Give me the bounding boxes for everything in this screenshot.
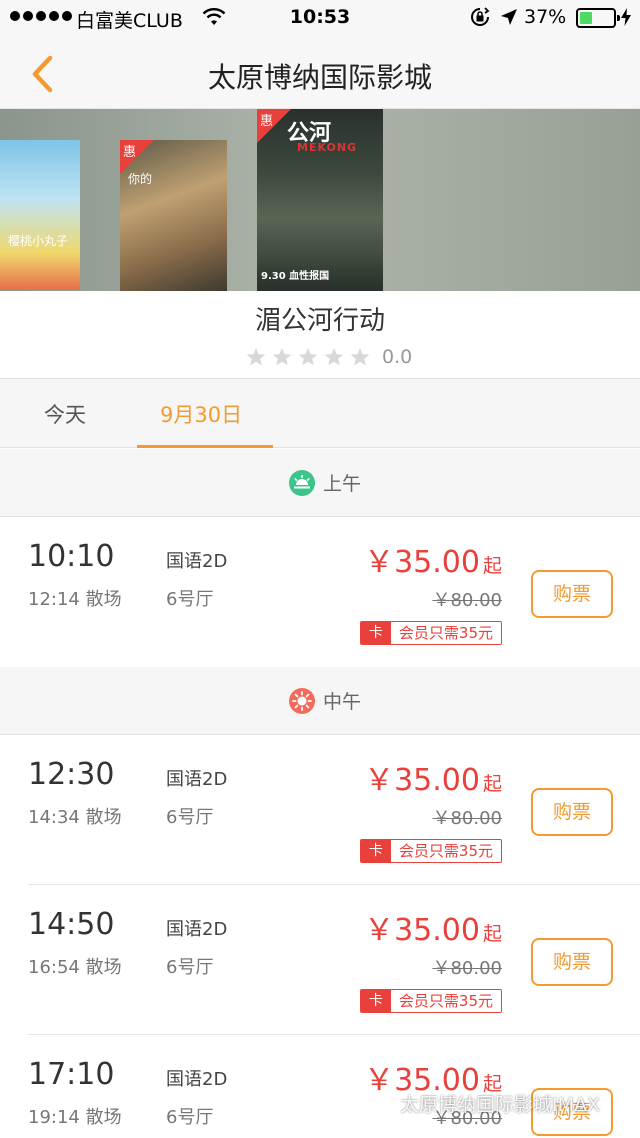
showtime-row[interactable]: 17:10 19:14 散场 国语2D 6号厅 ￥35.00 起 ￥80.00 购… <box>0 1035 640 1138</box>
poster-subtitle: MEKONG <box>297 141 358 154</box>
poster-carousel[interactable]: 樱桃小丸子 惠 你的 惠 公河 MEKONG 9.30 血性报国 <box>0 109 640 291</box>
member-price-text: 会员只需35元 <box>398 992 493 1010</box>
movie-poster-selected[interactable]: 惠 公河 MEKONG 9.30 血性报国 <box>257 109 383 291</box>
star-icon <box>272 348 292 366</box>
hall-name: 6号厅 <box>166 807 214 828</box>
member-price-badge: 卡 会员只需35元 <box>359 621 502 645</box>
star-rating: 0.0 <box>246 344 412 370</box>
price-from-label: 起 <box>482 773 502 795</box>
tab-today[interactable]: 今天 <box>44 399 86 429</box>
sunrise-icon <box>289 469 315 496</box>
sale-price: ￥35.00 起 <box>364 763 502 798</box>
language-format: 国语2D <box>166 551 228 572</box>
charging-bolt-icon <box>621 8 631 26</box>
member-card-icon: 卡 <box>360 990 391 1012</box>
status-bar: 白富美CLUB 10:53 37% <box>0 0 640 36</box>
location-arrow-icon <box>501 9 517 25</box>
rating-score: 0.0 <box>382 346 413 368</box>
hall-name: 6号厅 <box>166 957 214 978</box>
battery-percentage: 37% <box>524 6 567 28</box>
section-header-noon: 中午 <box>0 667 640 735</box>
sun-icon <box>289 687 315 714</box>
poster-title: 你的 <box>128 172 153 186</box>
active-tab-indicator <box>137 445 273 448</box>
original-price: ￥80.00 <box>432 590 502 611</box>
discount-badge-label: 惠 <box>260 114 274 129</box>
sale-price: ￥35.00 起 <box>364 545 502 580</box>
buy-ticket-button[interactable]: 购票 <box>531 570 613 618</box>
wechat-icon <box>370 1094 394 1112</box>
movie-poster[interactable]: 惠 你的 <box>120 140 227 291</box>
showtime-row[interactable]: 10:10 12:14 散场 国语2D 6号厅 ￥35.00 起 ￥80.00 卡… <box>0 517 640 667</box>
movie-title: 湄公河行动 <box>254 306 385 336</box>
navigation-bar: 太原博纳国际影城 <box>0 36 640 109</box>
buy-ticket-button[interactable]: 购票 <box>531 788 613 836</box>
original-price: ￥80.00 <box>432 958 502 979</box>
member-price-badge: 卡 会员只需35元 <box>359 989 502 1013</box>
member-card-icon: 卡 <box>360 622 391 644</box>
end-time: 16:54 散场 <box>28 957 122 978</box>
poster-title: 樱桃小丸子 <box>8 234 69 248</box>
star-icon <box>298 348 318 366</box>
hall-name: 6号厅 <box>166 1107 214 1128</box>
movie-poster[interactable]: 樱桃小丸子 <box>0 140 80 290</box>
showtime-row[interactable]: 14:50 16:54 散场 国语2D 6号厅 ￥35.00 起 ￥80.00 卡… <box>0 885 640 1035</box>
price-from-label: 起 <box>482 923 502 945</box>
battery-icon <box>576 8 620 28</box>
buy-ticket-button[interactable]: 购票 <box>531 938 613 986</box>
tab-sep-30[interactable]: 9月30日 <box>160 399 242 429</box>
watermark-text: 太原博纳国际影城IMAX <box>400 1094 601 1116</box>
price-from-label: 起 <box>482 555 502 577</box>
end-time: 14:34 散场 <box>28 807 122 828</box>
member-card-icon: 卡 <box>360 840 391 862</box>
member-price-badge: 卡 会员只需35元 <box>359 839 502 863</box>
start-time: 14:50 <box>28 907 115 942</box>
start-time: 17:10 <box>28 1057 115 1092</box>
poster-release-date: 9.30 血性报国 <box>261 271 330 282</box>
original-price: ￥80.00 <box>432 808 502 829</box>
rotation-lock-icon <box>471 7 490 26</box>
language-format: 国语2D <box>166 769 228 790</box>
language-format: 国语2D <box>166 919 228 940</box>
start-time: 12:30 <box>28 757 115 792</box>
language-format: 国语2D <box>166 1069 228 1090</box>
date-tabs: 今天 9月30日 <box>0 379 640 448</box>
page-title: 太原博纳国际影城 <box>207 61 432 94</box>
section-label: 中午 <box>323 691 362 713</box>
star-icon <box>246 348 266 366</box>
showtime-row[interactable]: 12:30 14:34 散场 国语2D 6号厅 ￥35.00 起 ￥80.00 卡… <box>0 735 640 885</box>
sale-price: ￥35.00 起 <box>364 913 502 948</box>
member-price-text: 会员只需35元 <box>398 624 493 642</box>
section-header-morning: 上午 <box>0 449 640 517</box>
end-time: 19:14 散场 <box>28 1107 122 1128</box>
start-time: 10:10 <box>28 539 115 574</box>
wechat-watermark: 太原博纳国际影城IMAX <box>370 1090 600 1117</box>
star-icon <box>350 348 370 366</box>
discount-badge-label: 惠 <box>123 145 137 160</box>
end-time: 12:14 散场 <box>28 589 122 610</box>
hall-name: 6号厅 <box>166 589 214 610</box>
section-label: 上午 <box>323 473 362 495</box>
member-price-text: 会员只需35元 <box>398 842 493 860</box>
star-icon <box>324 348 344 366</box>
